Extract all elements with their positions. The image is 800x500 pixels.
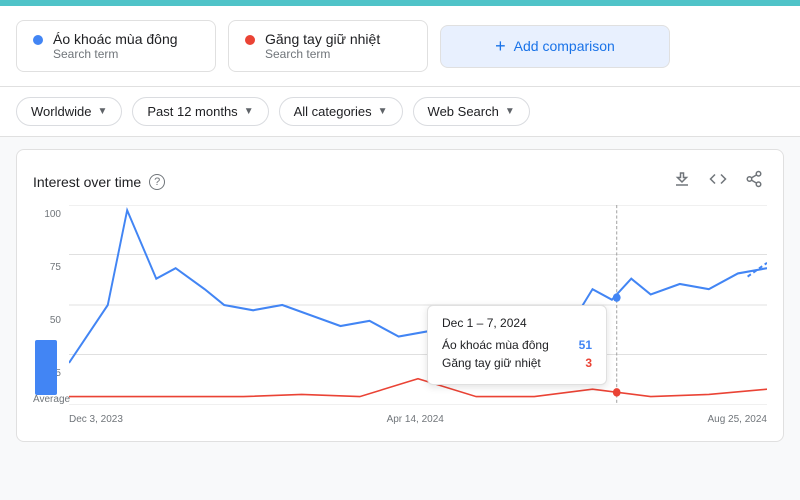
section-actions <box>669 166 767 197</box>
term-name-1: Áo khoác mùa đông <box>53 31 178 47</box>
add-comparison-button[interactable]: + Add comparison <box>440 25 670 68</box>
x-label-1: Apr 14, 2024 <box>387 414 444 425</box>
tooltip-term-2: Găng tay giữ nhiệt <box>442 356 541 370</box>
term-dot-1 <box>33 35 43 45</box>
add-comparison-label: Add comparison <box>514 38 615 54</box>
filter-search-type[interactable]: Web Search ▼ <box>413 97 530 126</box>
filter-categories[interactable]: All categories ▼ <box>279 97 403 126</box>
chart-container <box>69 205 767 405</box>
y-label-50: 50 <box>33 315 61 326</box>
section-header: Interest over time ? <box>33 166 767 197</box>
interest-over-time-card: Interest over time ? <box>16 149 784 442</box>
filter-worldwide[interactable]: Worldwide ▼ <box>16 97 122 126</box>
chevron-down-icon-0: ▼ <box>97 106 107 117</box>
x-labels: Dec 3, 2023 Apr 14, 2024 Aug 25, 2024 <box>69 414 767 425</box>
share-icon[interactable] <box>741 166 767 197</box>
filter-time-range[interactable]: Past 12 months ▼ <box>132 97 268 126</box>
embed-icon[interactable] <box>705 166 731 197</box>
x-label-2: Aug 25, 2024 <box>707 414 767 425</box>
download-icon[interactable] <box>669 166 695 197</box>
term-card-2[interactable]: Găng tay giữ nhiệt Search term <box>228 20 428 72</box>
average-bar <box>35 340 57 395</box>
term-name-2: Găng tay giữ nhiệt <box>265 31 380 47</box>
tooltip-row-2: Găng tay giữ nhiệt 3 <box>442 356 592 370</box>
filter-worldwide-label: Worldwide <box>31 104 91 119</box>
tooltip-val-2: 3 <box>585 356 592 370</box>
chevron-down-icon-1: ▼ <box>244 106 254 117</box>
term-type-2: Search term <box>265 47 380 61</box>
plus-icon: + <box>495 36 506 57</box>
chevron-down-icon-3: ▼ <box>505 106 515 117</box>
search-terms-section: Áo khoác mùa đông Search term Găng tay g… <box>0 6 800 87</box>
term-card-1[interactable]: Áo khoác mùa đông Search term <box>16 20 216 72</box>
filter-search-type-label: Web Search <box>428 104 499 119</box>
tooltip-term-1: Áo khoác mùa đông <box>442 338 549 352</box>
chart-area: 100 75 50 25 Average <box>33 205 767 425</box>
filter-categories-label: All categories <box>294 104 372 119</box>
term-info-1: Áo khoác mùa đông Search term <box>53 31 178 61</box>
average-label: Average <box>33 394 69 405</box>
help-icon[interactable]: ? <box>149 174 165 190</box>
section-title: Interest over time ? <box>33 174 165 190</box>
tooltip-box: Dec 1 – 7, 2024 Áo khoác mùa đông 51 Găn… <box>427 305 607 385</box>
tooltip-date: Dec 1 – 7, 2024 <box>442 316 592 330</box>
filters-bar: Worldwide ▼ Past 12 months ▼ All categor… <box>0 87 800 137</box>
term-type-1: Search term <box>53 47 178 61</box>
section-title-text: Interest over time <box>33 174 141 190</box>
chevron-down-icon-2: ▼ <box>378 106 388 117</box>
x-label-0: Dec 3, 2023 <box>69 414 123 425</box>
term-info-2: Găng tay giữ nhiệt Search term <box>265 31 380 61</box>
term-dot-2 <box>245 35 255 45</box>
tooltip-row-1: Áo khoác mùa đông 51 <box>442 338 592 352</box>
filter-time-range-label: Past 12 months <box>147 104 237 119</box>
y-label-100: 100 <box>33 209 61 220</box>
chart-svg <box>69 205 767 405</box>
y-label-75: 75 <box>33 262 61 273</box>
tooltip-val-1: 51 <box>579 338 592 352</box>
